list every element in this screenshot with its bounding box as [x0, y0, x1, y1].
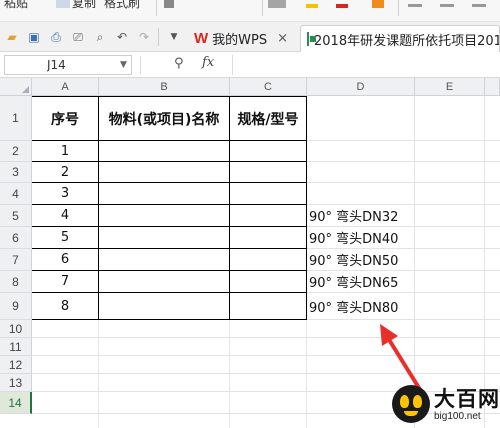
fill-color-icon[interactable]	[306, 4, 318, 8]
spreadsheet-file-icon	[307, 32, 316, 46]
undo-icon[interactable]: ↶	[114, 29, 130, 45]
tab-label: 2018年研发课题所依托项目201	[314, 33, 500, 49]
paste-button[interactable]: 粘贴	[4, 0, 28, 11]
column-header-d[interactable]: D	[307, 78, 415, 96]
wps-logo-icon: W	[194, 30, 209, 47]
toolbar-divider	[158, 28, 159, 46]
border-icon[interactable]	[268, 0, 286, 8]
row-header-7[interactable]: 7	[0, 249, 32, 271]
logo-mouth	[404, 411, 418, 416]
ribbon-strip: 粘贴 复制 格式刷	[0, 0, 500, 22]
row-header-9[interactable]: 9	[0, 293, 32, 320]
seq-cell[interactable]: 3	[32, 183, 98, 204]
seq-cell[interactable]: 5	[32, 227, 98, 248]
tab-label: 我的WPS	[212, 33, 268, 48]
header-cell-spec[interactable]: 规格/型号	[230, 97, 306, 140]
column-header-e[interactable]: E	[415, 78, 485, 96]
seq-cell[interactable]: 7	[32, 271, 98, 292]
row-header-14[interactable]: 14	[0, 392, 32, 414]
table-border	[32, 319, 307, 320]
logo-eye	[400, 395, 409, 408]
formula-bar: ▼ ⚲ fx	[0, 52, 500, 78]
watermark-logo-icon	[392, 385, 430, 423]
row-header-1[interactable]: 1	[0, 96, 32, 141]
watermark-text: 大百网 big100.net	[434, 387, 500, 422]
tab-bar: ▰ ▣ ⎙ ⎚ ⌕ ↶ ↷ ▼ W 我的WPS × 2018年研发课题所依托项目…	[0, 22, 500, 52]
row-header-12[interactable]: 12	[0, 356, 32, 374]
export-pdf-icon[interactable]: ⎙	[48, 29, 64, 45]
name-box[interactable]	[4, 55, 132, 75]
align-right-icon[interactable]	[472, 4, 486, 7]
spec-value-cell[interactable]: 90° 弯头DN32	[309, 205, 414, 226]
spec-value-cell[interactable]: 90° 弯头DN40	[309, 227, 414, 248]
tab-my-wps[interactable]: W 我的WPS ×	[190, 25, 300, 52]
watermark-name: 大百网	[434, 386, 500, 411]
row-header-10[interactable]: 10	[0, 320, 32, 338]
row-header-11[interactable]: 11	[0, 338, 32, 356]
row-header-4[interactable]: 4	[0, 183, 32, 205]
spec-value-cell[interactable]: 90° 弯头DN65	[309, 271, 414, 292]
name-box-dropdown-icon[interactable]: ▼	[120, 60, 127, 70]
ribbon-divider	[262, 0, 263, 16]
column-header-b[interactable]: B	[99, 78, 230, 96]
formula-bar-divider	[140, 56, 141, 74]
redo-icon[interactable]: ↷	[136, 29, 152, 45]
row-header-5[interactable]: 5	[0, 205, 32, 227]
copy-button[interactable]: 复制	[72, 0, 96, 11]
copy-icon	[56, 0, 70, 8]
ribbon-divider	[156, 0, 157, 16]
font-color-icon[interactable]	[336, 4, 348, 8]
formula-input[interactable]	[232, 55, 500, 75]
align-center-icon[interactable]	[440, 4, 454, 7]
insert-function-icon[interactable]: fx	[202, 55, 214, 70]
align-left-icon[interactable]	[408, 4, 422, 7]
seq-cell[interactable]: 6	[32, 249, 98, 270]
bold-icon[interactable]	[164, 0, 174, 8]
seq-cell[interactable]: 2	[32, 162, 98, 182]
clear-format-icon[interactable]	[372, 0, 384, 8]
open-folder-icon[interactable]: ▰	[4, 29, 20, 45]
watermark: 大百网 big100.net	[392, 380, 500, 428]
row-header-2[interactable]: 2	[0, 141, 32, 162]
tab-spreadsheet-document[interactable]: 2018年研发课题所依托项目201	[300, 25, 500, 52]
print-preview-icon[interactable]: ⌕	[92, 29, 108, 45]
column-header-c[interactable]: C	[230, 78, 307, 96]
select-all-corner[interactable]	[0, 78, 32, 96]
gridline	[484, 96, 485, 428]
spreadsheet-grid[interactable]: A B C D E 1 2 3 4 5 6 7 8 9 10 11 12 13 …	[0, 78, 500, 428]
column-header-partial[interactable]	[485, 78, 500, 96]
logo-eye	[413, 395, 422, 408]
zoom-icon[interactable]: ⚲	[174, 56, 184, 71]
seq-cell[interactable]: 1	[32, 141, 98, 161]
customize-toolbar-icon[interactable]: ▼	[166, 29, 182, 45]
format-painter-button[interactable]: 格式刷	[104, 0, 140, 11]
row-header-8[interactable]: 8	[0, 271, 32, 293]
row-header-13[interactable]: 13	[0, 374, 32, 392]
save-icon[interactable]: ▣	[26, 29, 42, 45]
spec-value-cell[interactable]: 90° 弯头DN50	[309, 249, 414, 270]
watermark-url: big100.net	[434, 410, 481, 422]
close-tab-icon[interactable]: ×	[277, 31, 288, 46]
seq-cell[interactable]: 4	[32, 205, 98, 226]
header-cell-seq[interactable]: 序号	[32, 97, 98, 140]
column-header-a[interactable]: A	[32, 78, 99, 96]
print-icon[interactable]: ⎚	[70, 29, 86, 45]
table-border	[306, 96, 307, 320]
header-cell-material[interactable]: 物料(或项目)名称	[99, 97, 229, 140]
row-header-3[interactable]: 3	[0, 162, 32, 183]
row-header-6[interactable]: 6	[0, 227, 32, 249]
seq-cell[interactable]: 8	[32, 293, 98, 319]
ribbon-divider	[398, 0, 399, 16]
spec-value-cell[interactable]: 90° 弯头DN80	[309, 293, 414, 319]
